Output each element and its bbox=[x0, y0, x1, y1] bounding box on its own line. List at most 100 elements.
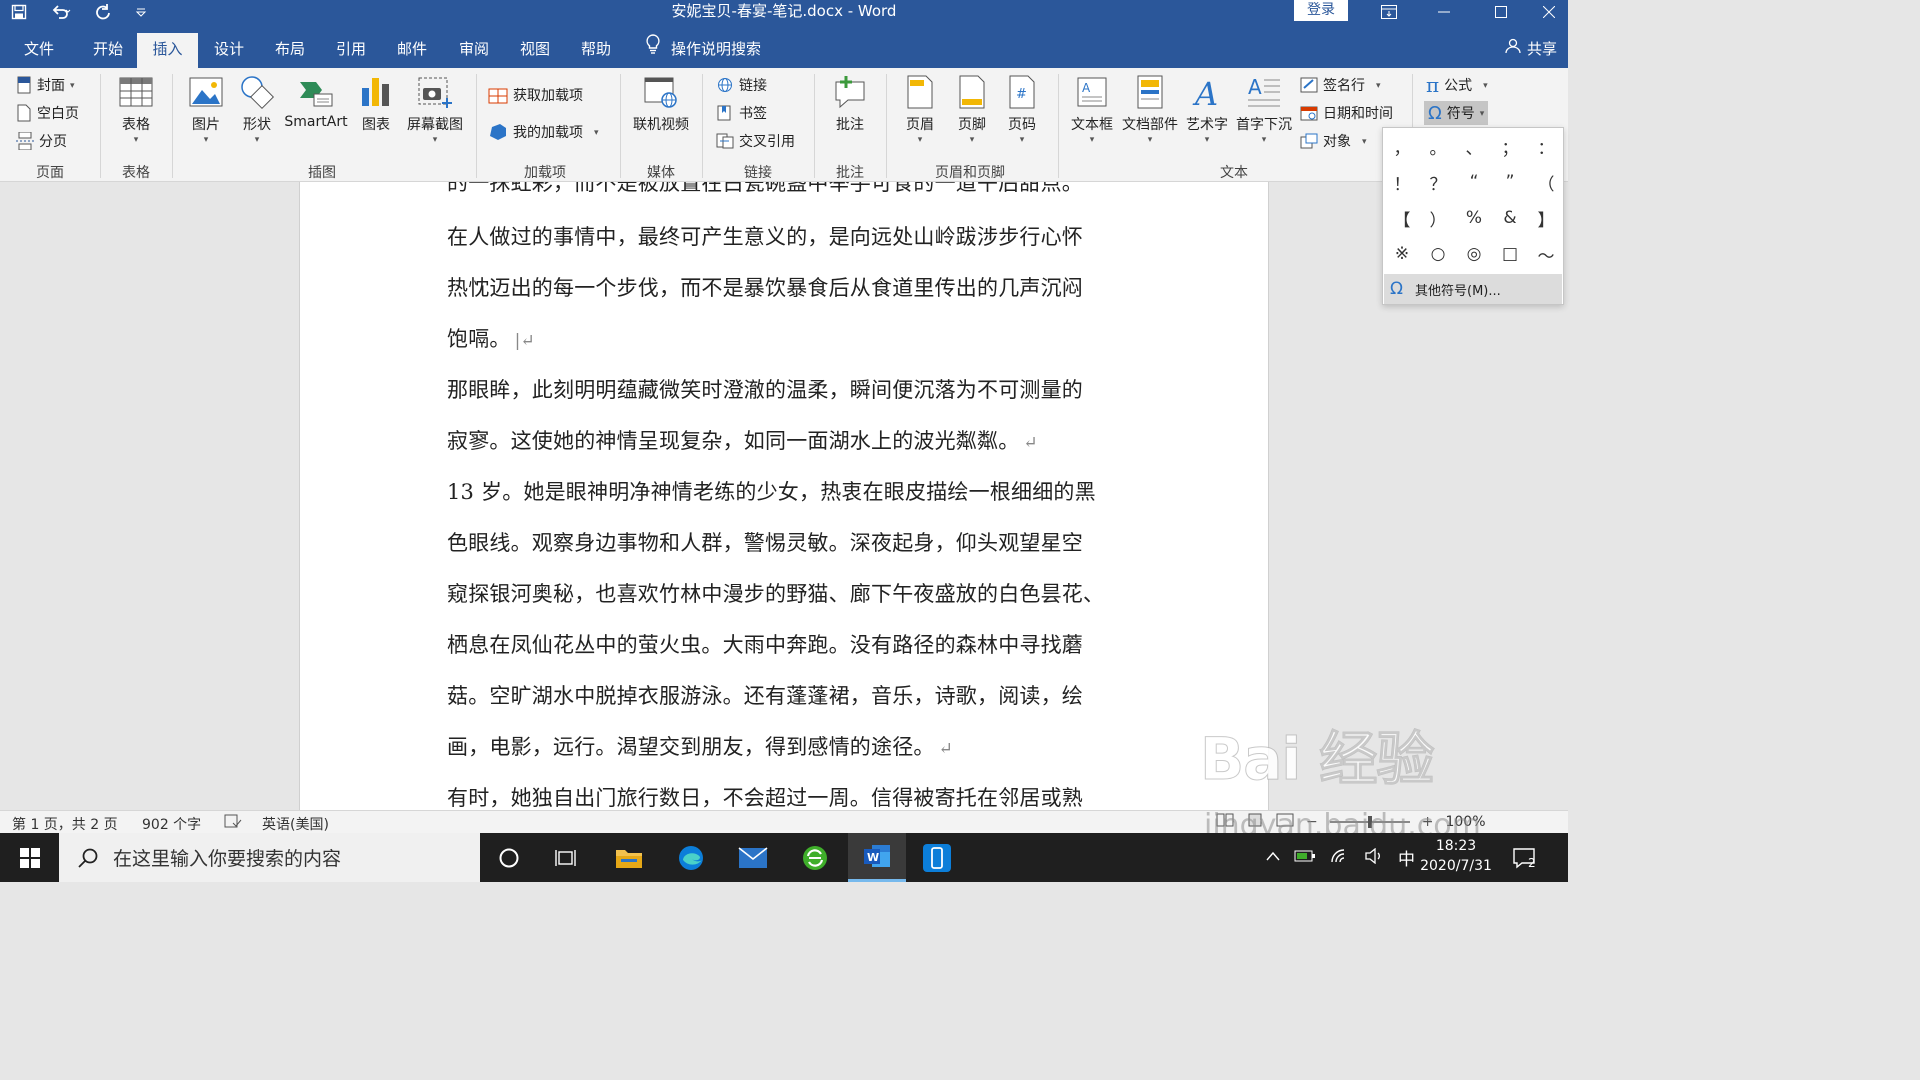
word-app-icon[interactable]: W bbox=[848, 833, 906, 882]
page-break-button[interactable]: 分页 bbox=[16, 129, 67, 153]
tab-view[interactable]: 视图 bbox=[509, 33, 561, 68]
table-button[interactable]: 表格 ▾ bbox=[108, 74, 164, 145]
signature-line-button[interactable]: 签名行 ▾ bbox=[1300, 73, 1381, 97]
close-icon[interactable] bbox=[1520, 0, 1578, 24]
action-center-button[interactable]: 2 bbox=[1512, 833, 1536, 882]
symbol-item[interactable]: ～ bbox=[1528, 236, 1564, 272]
smartart-button[interactable]: SmartArt bbox=[282, 74, 350, 130]
textbox-button[interactable]: A 文本框 ▾ bbox=[1064, 74, 1120, 145]
task-view-icon[interactable] bbox=[538, 833, 596, 882]
taskbar-clock[interactable]: 18:23 2020/7/31 bbox=[1410, 836, 1502, 876]
file-explorer-icon[interactable] bbox=[600, 833, 658, 882]
cross-reference-button[interactable]: 交叉引用 bbox=[716, 129, 795, 153]
new-comment-button[interactable]: 批注 bbox=[822, 74, 878, 134]
tab-design[interactable]: 设计 bbox=[203, 33, 255, 68]
redo-icon[interactable] bbox=[84, 0, 122, 24]
symbol-item[interactable]: □ bbox=[1492, 236, 1528, 272]
share-button[interactable]: 共享 bbox=[1505, 33, 1557, 65]
page-number-button[interactable]: # 页码 ▾ bbox=[998, 74, 1046, 145]
symbol-item[interactable]: ○ bbox=[1420, 236, 1456, 272]
language-indicator[interactable]: 英语(美国) bbox=[262, 814, 329, 834]
quick-parts-button[interactable]: 文档部件 ▾ bbox=[1120, 74, 1180, 145]
mail-icon[interactable] bbox=[724, 833, 782, 882]
link-button[interactable]: 链接 bbox=[716, 73, 767, 97]
tab-review[interactable]: 审阅 bbox=[448, 33, 500, 68]
symbol-item[interactable]: ： bbox=[1528, 128, 1564, 164]
my-addins-button[interactable]: 我的加载项 ▾ bbox=[488, 120, 599, 144]
blank-page-button[interactable]: 空白页 bbox=[16, 101, 79, 125]
tab-file[interactable]: 文件 bbox=[14, 33, 64, 68]
battery-icon[interactable] bbox=[1294, 849, 1316, 867]
phone-app-icon[interactable] bbox=[908, 833, 966, 882]
symbol-item[interactable]: ！ bbox=[1384, 164, 1420, 200]
zoom-slider[interactable] bbox=[1329, 816, 1410, 828]
chevron-up-icon[interactable] bbox=[1266, 850, 1280, 865]
tell-me-search[interactable]: 操作说明搜索 bbox=[645, 33, 761, 65]
word-count[interactable]: 902 个字 bbox=[142, 814, 201, 834]
green-browser-icon[interactable] bbox=[786, 833, 844, 882]
tab-help[interactable]: 帮助 bbox=[570, 33, 622, 68]
web-layout-icon[interactable] bbox=[1276, 813, 1294, 831]
symbol-button[interactable]: Ω 符号 ▾ bbox=[1424, 101, 1489, 125]
customize-icon[interactable] bbox=[122, 0, 160, 24]
tab-home[interactable]: 开始 bbox=[80, 33, 136, 68]
header-button[interactable]: 页眉 ▾ bbox=[894, 74, 946, 145]
symbol-item[interactable]: & bbox=[1492, 200, 1528, 236]
login-button[interactable]: 登录 bbox=[1294, 0, 1348, 21]
symbol-item[interactable]: % bbox=[1456, 200, 1492, 236]
tab-references[interactable]: 引用 bbox=[325, 33, 377, 68]
symbol-item[interactable]: “ bbox=[1456, 164, 1492, 200]
page-count[interactable]: 第 1 页，共 2 页 bbox=[12, 814, 118, 834]
windows-start-button[interactable] bbox=[0, 833, 59, 882]
symbol-item[interactable]: ◎ bbox=[1456, 236, 1492, 272]
zoom-in-icon[interactable]: + bbox=[1422, 814, 1434, 830]
undo-icon[interactable] bbox=[38, 0, 84, 24]
more-symbols-button[interactable]: Ω 其他符号(M)... bbox=[1384, 274, 1562, 304]
zoom-level[interactable]: 100% bbox=[1445, 814, 1485, 830]
picture-button[interactable]: 图片 ▾ bbox=[180, 74, 232, 145]
edge-browser-icon[interactable] bbox=[662, 833, 720, 882]
object-button[interactable]: 对象 ▾ bbox=[1300, 129, 1367, 153]
chart-button[interactable]: 图表 bbox=[354, 74, 398, 134]
ribbon-display-icon[interactable] bbox=[1360, 0, 1418, 24]
symbol-item[interactable]: 】 bbox=[1528, 200, 1564, 236]
zoom-out-icon[interactable]: − bbox=[1306, 814, 1318, 830]
symbol-item[interactable]: 、 bbox=[1456, 128, 1492, 164]
text-line: 热忱迈出的每一个步伐，而不是暴饮暴食后从食道里传出的几声沉闷 bbox=[447, 276, 1083, 300]
volume-icon[interactable] bbox=[1364, 847, 1384, 868]
taskbar-search[interactable]: 在这里输入你要搜索的内容 bbox=[59, 833, 480, 882]
tab-layout[interactable]: 布局 bbox=[264, 33, 316, 68]
shapes-button[interactable]: 形状 ▾ bbox=[234, 74, 280, 145]
symbol-item[interactable]: ； bbox=[1492, 128, 1528, 164]
symbol-item[interactable]: ？ bbox=[1420, 164, 1456, 200]
document-page[interactable]: 的一抹虹彩，而不是被放置在白瓷碗盏中举手可食的一道午后甜点。 在人做过的事情中，… bbox=[299, 182, 1269, 810]
equation-button[interactable]: π 公式 ▾ bbox=[1426, 73, 1488, 97]
minimize-icon[interactable] bbox=[1415, 0, 1473, 24]
symbol-item[interactable]: 。 bbox=[1420, 128, 1456, 164]
tab-insert[interactable]: 插入 bbox=[137, 33, 198, 68]
proofing-icon[interactable] bbox=[224, 814, 242, 832]
print-layout-icon[interactable] bbox=[1246, 813, 1264, 831]
wifi-icon[interactable] bbox=[1330, 848, 1350, 868]
date-time-button[interactable]: 日期和时间 bbox=[1300, 101, 1393, 125]
online-video-button[interactable]: 联机视频 bbox=[628, 74, 694, 134]
save-icon[interactable] bbox=[0, 0, 38, 24]
screenshot-button[interactable]: 屏幕截图 ▾ bbox=[400, 74, 470, 145]
symbol-item[interactable]: ） bbox=[1420, 200, 1456, 236]
cortana-icon[interactable] bbox=[480, 833, 538, 882]
symbol-item[interactable]: 【 bbox=[1384, 200, 1420, 236]
symbol-item[interactable]: ， bbox=[1384, 128, 1420, 164]
cover-page-button[interactable]: 封面 ▾ bbox=[16, 73, 75, 97]
symbol-item[interactable]: ” bbox=[1492, 164, 1528, 200]
quick-parts-icon bbox=[1137, 75, 1163, 109]
bookmark-button[interactable]: 书签 bbox=[716, 101, 767, 125]
footer-button[interactable]: 页脚 ▾ bbox=[946, 74, 998, 145]
tab-mailings[interactable]: 邮件 bbox=[386, 33, 438, 68]
symbol-item[interactable]: （ bbox=[1528, 164, 1564, 200]
get-addins-button[interactable]: 获取加载项 bbox=[488, 83, 583, 107]
dropcap-button[interactable]: A 首字下沉 ▾ bbox=[1234, 74, 1294, 145]
search-placeholder: 在这里输入你要搜索的内容 bbox=[113, 848, 342, 870]
symbol-item[interactable]: ※ bbox=[1384, 236, 1420, 272]
wordart-button[interactable]: A 艺术字 ▾ bbox=[1182, 74, 1232, 145]
read-mode-icon[interactable] bbox=[1216, 813, 1234, 831]
